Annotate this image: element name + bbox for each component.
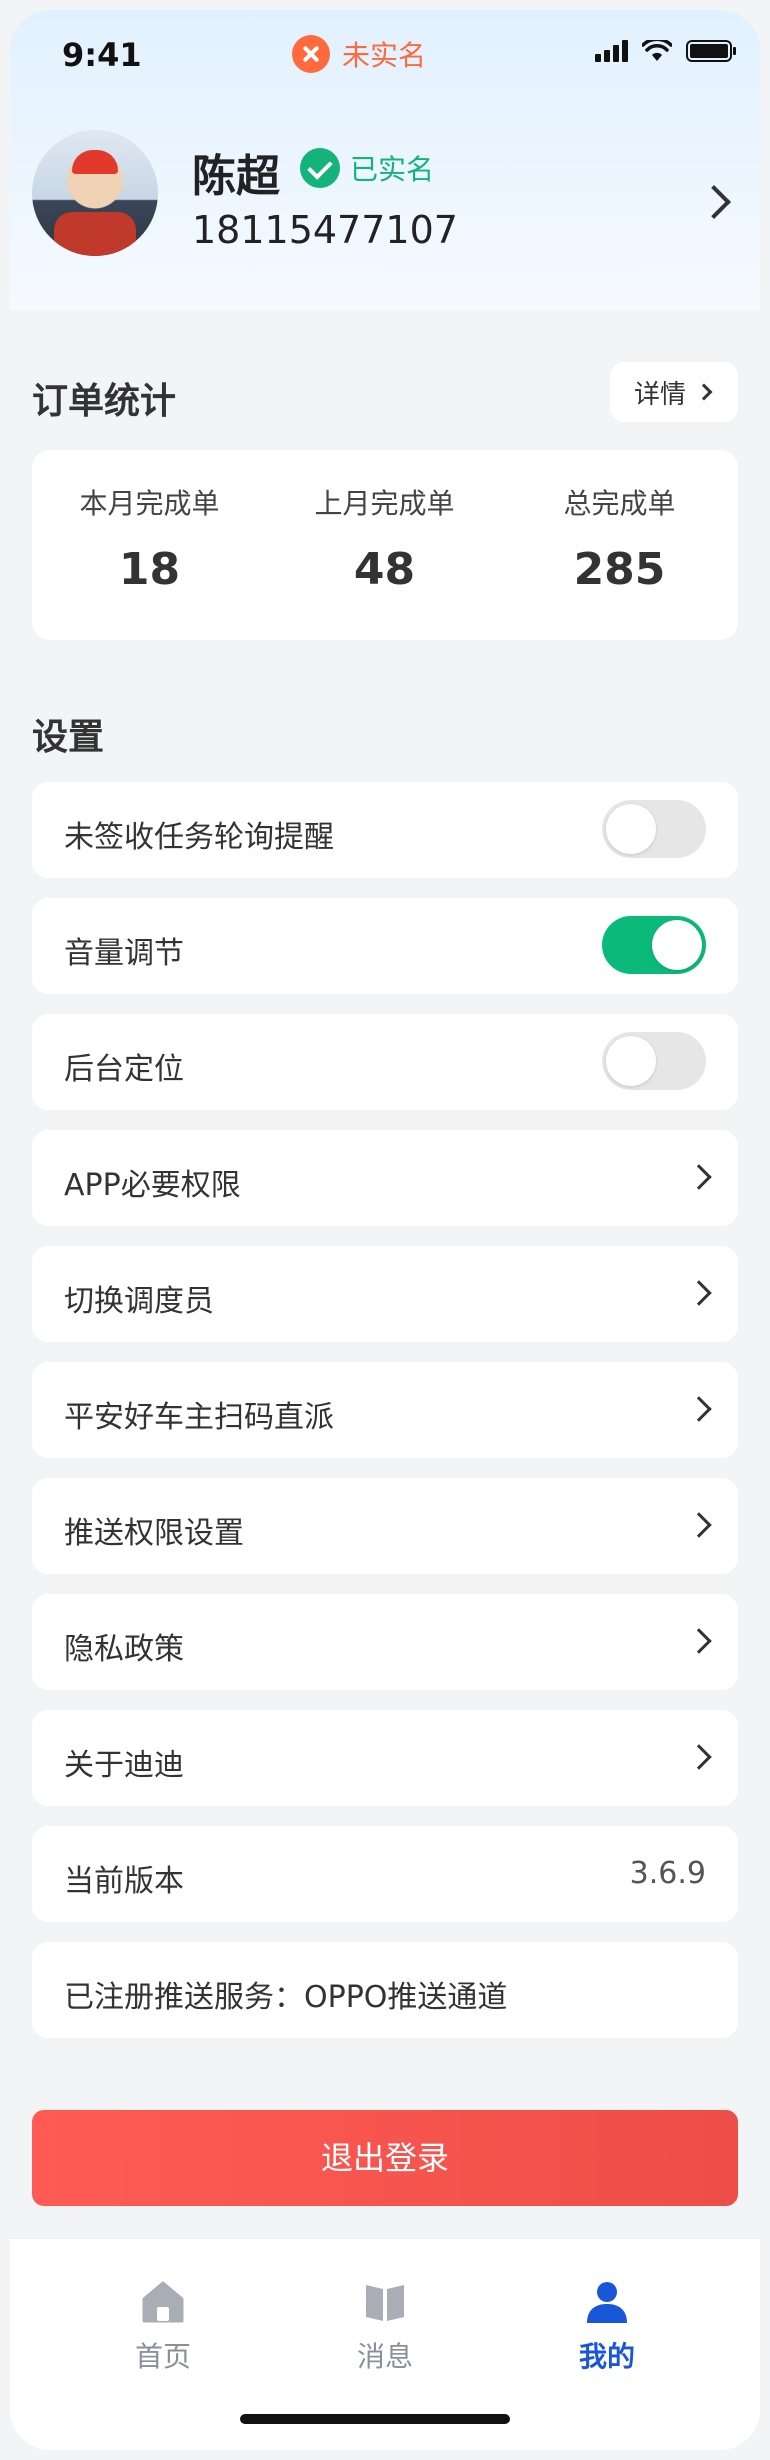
- book-icon: [362, 2279, 408, 2325]
- avatar: [32, 130, 158, 256]
- home-icon: [140, 2279, 186, 2325]
- realname-status-badge[interactable]: 未实名: [292, 32, 426, 76]
- setting-label: 后台定位: [64, 1052, 184, 1087]
- setting-label: 隐私政策: [64, 1632, 184, 1667]
- setting-volume: 音量调节: [32, 898, 738, 994]
- tab-label: 消息: [356, 2340, 413, 2373]
- stat-label: 总完成单: [563, 487, 676, 520]
- stat-total: 总完成单 285: [502, 482, 737, 595]
- battery-icon: [686, 40, 736, 62]
- settings-title: 设置: [32, 717, 105, 758]
- order-stats-card: 本月完成单 18 上月完成单 48 总完成单 285: [32, 450, 738, 640]
- location-toggle[interactable]: [602, 1032, 706, 1090]
- setting-label: 切换调度员: [64, 1284, 214, 1319]
- app-screen: 9:41 未实名 陈超 已实名 18115477107 订单统计 详情 本月完成…: [10, 10, 760, 2450]
- realname-status-text: 未实名: [342, 39, 427, 72]
- close-circle-icon: [292, 35, 330, 73]
- chevron-right-icon: [686, 1164, 712, 1190]
- setting-current-version: 当前版本 3.6.9: [32, 1826, 738, 1922]
- setting-about[interactable]: 关于迪迪: [32, 1710, 738, 1806]
- person-icon: [584, 2279, 630, 2325]
- setting-label: 推送权限设置: [64, 1516, 244, 1551]
- tab-messages[interactable]: 消息: [310, 2279, 460, 2375]
- setting-label: 已注册推送服务：OPPO推送通道: [64, 1980, 508, 2015]
- setting-label: 关于迪迪: [64, 1748, 184, 1783]
- profile-card[interactable]: 陈超 已实名 18115477107: [32, 130, 742, 270]
- stat-label: 上月完成单: [314, 487, 455, 520]
- setting-background-location: 后台定位: [32, 1014, 738, 1110]
- chevron-right-icon: [695, 383, 713, 401]
- tab-label: 首页: [134, 2340, 191, 2373]
- setting-label: 当前版本: [64, 1864, 184, 1899]
- check-circle-icon: [300, 148, 340, 188]
- reminder-toggle[interactable]: [602, 800, 706, 858]
- status-bar: 9:41 未实名: [10, 10, 760, 100]
- setting-app-permissions[interactable]: APP必要权限: [32, 1130, 738, 1226]
- stat-value: 18: [118, 544, 181, 595]
- setting-unsigned-task-reminder: 未签收任务轮询提醒: [32, 782, 738, 878]
- chevron-right-icon: [686, 1744, 712, 1770]
- setting-push-service: 已注册推送服务：OPPO推送通道: [32, 1942, 738, 2038]
- status-time: 9:41: [62, 36, 142, 74]
- tab-mine[interactable]: 我的: [532, 2279, 682, 2375]
- version-value: 3.6.9: [629, 1856, 706, 1891]
- order-detail-button[interactable]: 详情: [610, 362, 738, 422]
- volume-toggle[interactable]: [602, 916, 706, 974]
- home-indicator: [240, 2414, 510, 2424]
- chevron-right-icon: [697, 185, 731, 219]
- stat-value: 285: [573, 544, 666, 595]
- chevron-right-icon: [686, 1512, 712, 1538]
- chevron-right-icon: [686, 1396, 712, 1422]
- user-phone: 18115477107: [192, 208, 458, 252]
- chevron-right-icon: [686, 1280, 712, 1306]
- verified-text: 已实名: [350, 153, 435, 186]
- system-icons: [595, 40, 736, 62]
- setting-label: 音量调节: [64, 936, 184, 971]
- setting-label: APP必要权限: [64, 1168, 241, 1203]
- stat-this-month: 本月完成单 18: [32, 482, 267, 595]
- user-name: 陈超: [192, 151, 280, 202]
- setting-label: 平安好车主扫码直派: [64, 1400, 334, 1435]
- order-detail-label: 详情: [634, 379, 687, 410]
- tab-label: 我的: [578, 2340, 635, 2373]
- setting-privacy-policy[interactable]: 隐私政策: [32, 1594, 738, 1690]
- setting-label: 未签收任务轮询提醒: [64, 820, 334, 855]
- order-stats-title: 订单统计: [32, 381, 177, 422]
- logout-button[interactable]: 退出登录: [32, 2110, 738, 2206]
- verified-badge: 已实名: [300, 148, 434, 188]
- stat-label: 本月完成单: [79, 487, 220, 520]
- wifi-icon: [642, 40, 672, 61]
- stat-last-month: 上月完成单 48: [267, 482, 502, 595]
- setting-switch-dispatcher[interactable]: 切换调度员: [32, 1246, 738, 1342]
- chevron-right-icon: [686, 1628, 712, 1654]
- tab-home[interactable]: 首页: [88, 2279, 238, 2375]
- stat-value: 48: [353, 544, 416, 595]
- signal-icon: [595, 40, 628, 62]
- setting-scan-dispatch[interactable]: 平安好车主扫码直派: [32, 1362, 738, 1458]
- setting-push-permissions[interactable]: 推送权限设置: [32, 1478, 738, 1574]
